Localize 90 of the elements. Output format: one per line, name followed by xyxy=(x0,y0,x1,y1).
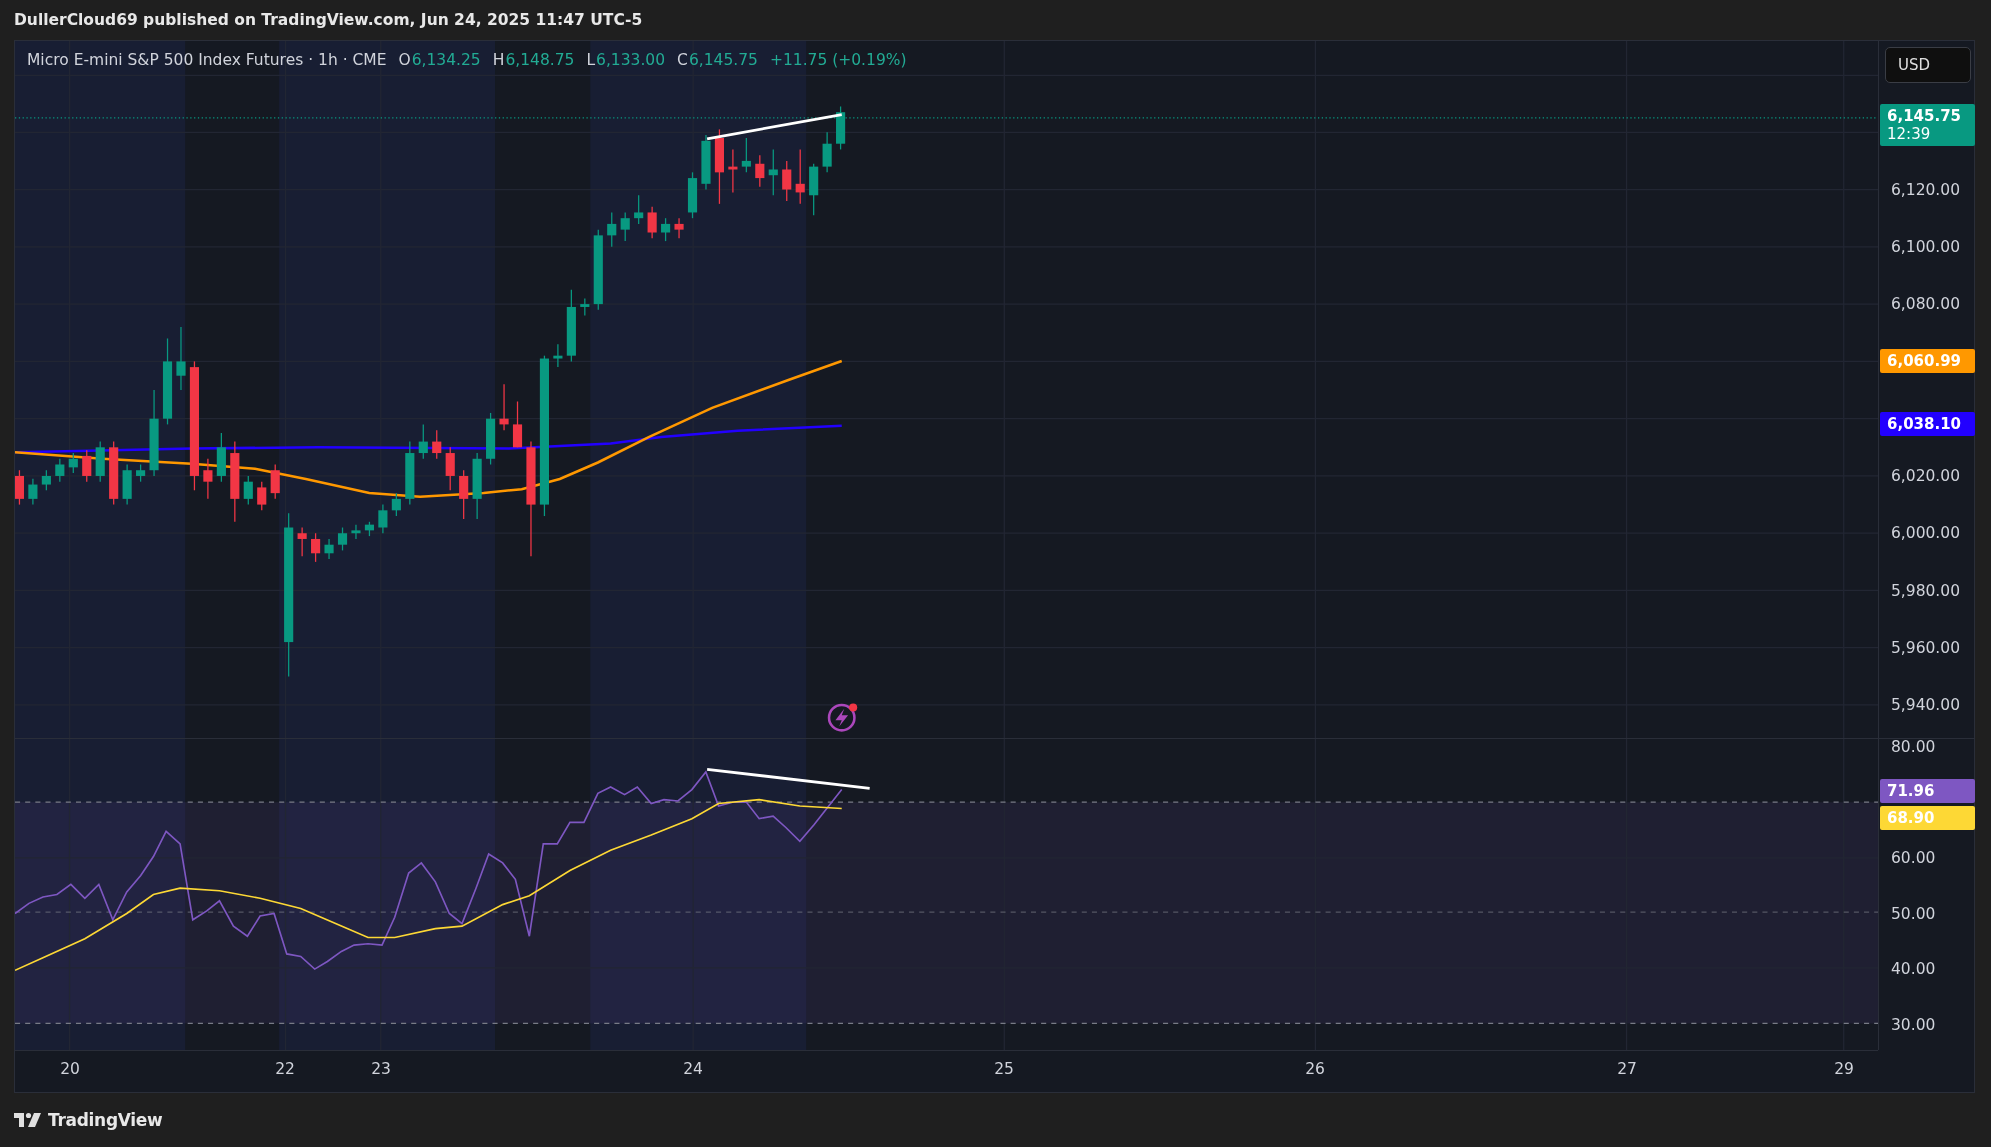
candlestick xyxy=(378,503,388,534)
candlestick xyxy=(432,429,442,460)
candlestick xyxy=(337,526,348,552)
price-label: 6,000.00 xyxy=(1891,524,1961,543)
candlestick xyxy=(553,343,563,368)
candlestick xyxy=(755,154,765,188)
candlestick xyxy=(216,432,226,483)
candlestick xyxy=(176,326,186,391)
candlestick xyxy=(512,400,523,448)
price-label: 5,960.00 xyxy=(1891,638,1961,657)
date-label: 20 xyxy=(60,1060,80,1078)
price-change: +11.75 (+0.19%) xyxy=(769,51,907,69)
candlestick xyxy=(351,524,361,540)
price-value: 6,060.99 xyxy=(1887,352,1963,370)
rsi-value: 71.96 xyxy=(1887,782,1936,800)
candlestick xyxy=(741,137,751,173)
date-label: 25 xyxy=(994,1060,1014,1078)
bar-countdown: 12:39 xyxy=(1887,125,1932,143)
candlestick xyxy=(324,538,334,560)
candlestick xyxy=(41,469,51,491)
candlestick xyxy=(82,449,92,483)
brand-name: TradingView xyxy=(48,1110,163,1130)
price-value: 6,145.75 xyxy=(1887,107,1963,125)
candlestick xyxy=(297,526,307,557)
ohlc-value: O6,134.25 xyxy=(398,51,481,69)
candlestick xyxy=(459,469,469,520)
date-label: 22 xyxy=(275,1060,295,1078)
price-label: 5,980.00 xyxy=(1891,581,1961,600)
candlestick xyxy=(782,160,792,202)
candlestick xyxy=(499,383,509,431)
date-label: 29 xyxy=(1834,1060,1854,1078)
candlestick xyxy=(364,521,374,537)
date-label: 23 xyxy=(371,1060,391,1078)
candlestick xyxy=(418,423,428,460)
candlestick xyxy=(405,440,415,506)
logo-icon xyxy=(14,1112,42,1128)
date-label: 27 xyxy=(1617,1060,1637,1078)
candlestick xyxy=(270,463,280,500)
candlestick xyxy=(243,475,253,506)
candlestick xyxy=(836,105,846,151)
candlestick xyxy=(203,458,213,500)
candlestick xyxy=(687,171,698,219)
ohlc-value: H6,148.75 xyxy=(492,51,575,69)
publish-info: DullerCloud69 published on TradingView.com, Jun 24, 2025 11:47 UTC-5 xyxy=(14,11,643,29)
candlestick xyxy=(768,148,778,196)
date-label: 26 xyxy=(1305,1060,1325,1078)
rsi-label: 60.00 xyxy=(1891,849,1936,867)
rsi-label: 40.00 xyxy=(1891,960,1936,978)
candlestick xyxy=(809,163,819,216)
candlestick xyxy=(634,194,644,225)
candlestick xyxy=(68,452,78,474)
candlestick xyxy=(701,134,711,191)
candlestick xyxy=(15,469,24,506)
symbol-title: Micro E-mini S&P 500 Index Futures · 1h · CME xyxy=(27,51,387,69)
candlestick xyxy=(728,148,738,194)
candlestick xyxy=(472,452,482,520)
price-label: 6,080.00 xyxy=(1891,295,1961,314)
candlestick xyxy=(55,458,65,483)
price-label: 6,120.00 xyxy=(1891,180,1961,199)
price-label: 6,100.00 xyxy=(1891,237,1961,256)
ohlc-value: C6,145.75 xyxy=(677,51,758,69)
candlestick xyxy=(122,463,132,506)
rsi-label: 80.00 xyxy=(1891,738,1936,756)
candlestick xyxy=(620,211,630,242)
lightning-icon[interactable] xyxy=(827,703,858,732)
candlestick xyxy=(445,446,455,491)
candlestick xyxy=(661,217,671,242)
candlestick xyxy=(391,492,401,517)
date-label: 24 xyxy=(683,1060,703,1078)
candlestick xyxy=(795,148,805,205)
candlestick xyxy=(136,463,146,483)
ohlc-value: L6,133.00 xyxy=(586,51,666,69)
candlestick xyxy=(486,412,496,466)
candlestick xyxy=(580,297,590,317)
candlestick xyxy=(28,478,38,506)
rsi-label: 30.00 xyxy=(1891,1016,1936,1034)
candlestick xyxy=(674,217,684,239)
price-label: 5,940.00 xyxy=(1891,696,1961,715)
candlestick xyxy=(109,440,119,506)
candlestick xyxy=(311,532,321,563)
candlestick xyxy=(95,440,105,483)
candlestick xyxy=(607,211,617,248)
currency-button[interactable]: USD xyxy=(1885,47,1971,83)
candlestick xyxy=(257,481,267,511)
price-label: 6,020.00 xyxy=(1891,467,1961,485)
rsi-label: 50.00 xyxy=(1891,905,1936,923)
rsi-value: 68.90 xyxy=(1887,809,1936,827)
candlestick xyxy=(822,131,832,173)
price-value: 6,038.10 xyxy=(1887,415,1963,433)
candlestick xyxy=(647,206,657,239)
